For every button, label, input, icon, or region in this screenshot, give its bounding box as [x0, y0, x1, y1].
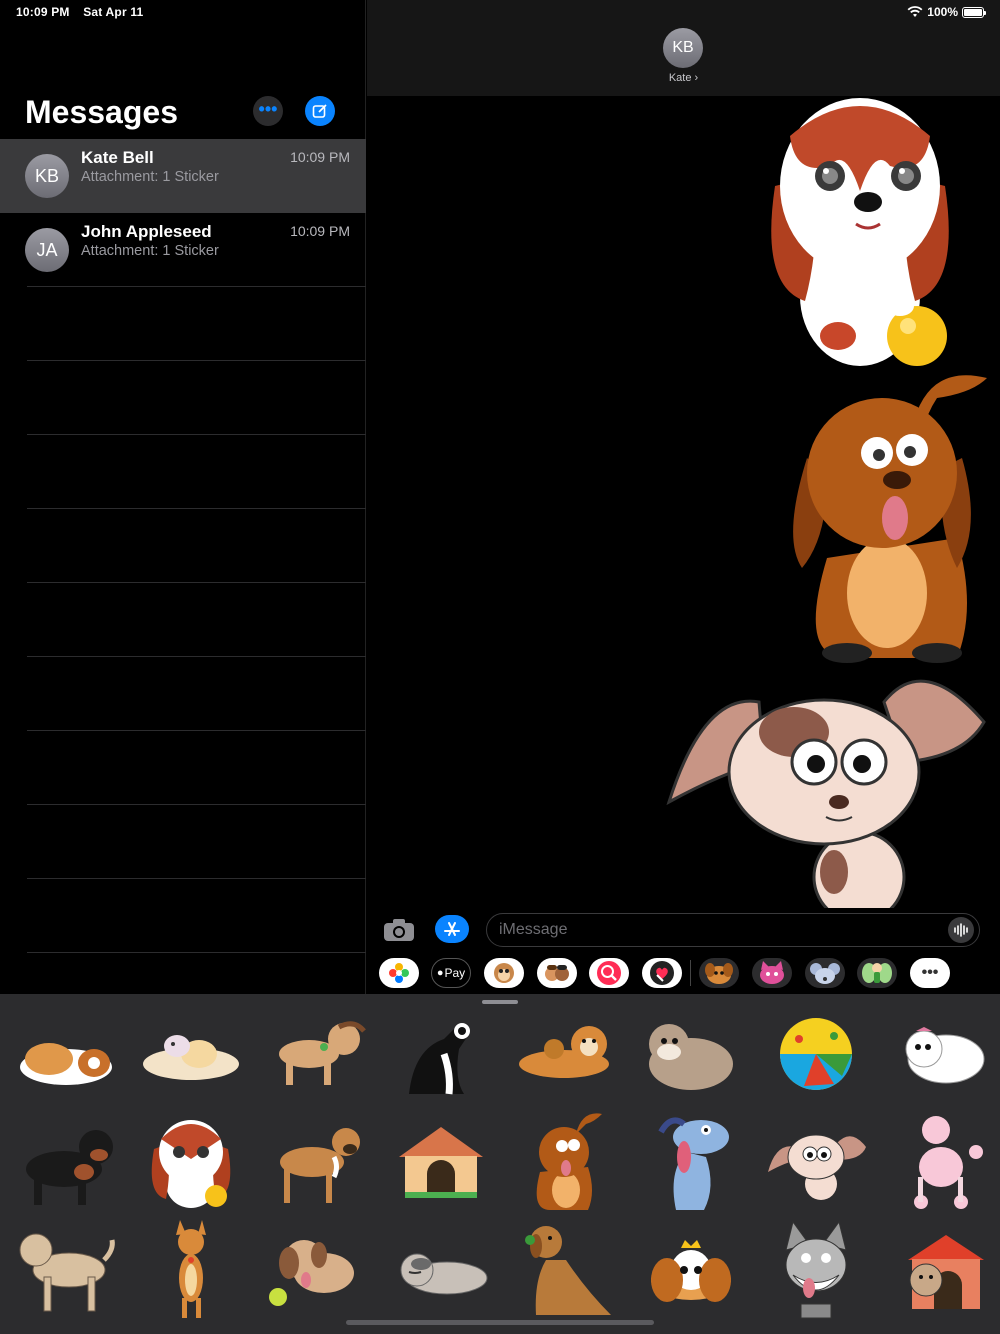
empty-row	[0, 657, 366, 731]
status-date: Sat Apr 11	[83, 5, 144, 19]
memoji-icon[interactable]	[537, 958, 577, 988]
sticker-cell-5[interactable]	[503, 1006, 628, 1101]
waveform-icon	[954, 923, 968, 937]
empty-row	[0, 805, 366, 879]
sticker-cell-2[interactable]	[128, 1006, 253, 1101]
empty-row	[0, 583, 366, 657]
sticker-cell-10[interactable]	[128, 1114, 253, 1209]
battery-icon	[962, 6, 986, 18]
status-time: 10:09 PM	[16, 5, 70, 19]
drawer-grabber[interactable]	[482, 1000, 518, 1004]
compose-button[interactable]	[305, 96, 335, 126]
sticker-cell-20[interactable]	[378, 1222, 503, 1317]
apple-pay-icon[interactable]: ● Pay	[431, 958, 471, 988]
audio-message-button[interactable]	[948, 917, 974, 943]
empty-row	[0, 879, 366, 953]
sticker-cell-4[interactable]	[378, 1006, 503, 1101]
conversation-row-kate-bell[interactable]: KB Kate Bell 10:09 PM Attachment: 1 Stic…	[0, 139, 366, 213]
conversation-time: 10:09 PM	[290, 149, 350, 165]
app-store-button[interactable]	[435, 915, 469, 943]
contact-avatar[interactable]: KB	[663, 28, 703, 68]
home-indicator[interactable]	[346, 1320, 654, 1325]
conversation-list: KB Kate Bell 10:09 PM Attachment: 1 Stic…	[0, 139, 366, 1027]
app-store-icon	[444, 922, 460, 936]
status-indicators: 100%	[907, 5, 986, 19]
sticker-cell-17[interactable]	[3, 1222, 128, 1317]
compose-bar: ●Pay •••	[367, 908, 1000, 994]
mouse-sticker-app-icon[interactable]	[805, 958, 845, 988]
conversation-preview: Attachment: 1 Sticker	[81, 243, 219, 259]
fairy-sticker-app-icon[interactable]	[857, 958, 897, 988]
apple-pay-label: Pay	[444, 966, 466, 980]
conversation-sidebar: Messages ••• KB Kate Bell 10:09 PM Attac…	[0, 0, 366, 1027]
cat-sticker-app-icon[interactable]	[752, 958, 792, 988]
dog-sticker-app-icon[interactable]	[699, 958, 739, 988]
conversation-name: John Appleseed	[81, 222, 212, 241]
wifi-icon	[907, 6, 923, 17]
status-bar: 10:09 PM Sat Apr 11 100%	[0, 0, 1000, 24]
sticker-cell-1[interactable]	[3, 1006, 128, 1101]
sticker-cell-6[interactable]	[628, 1006, 753, 1101]
camera-icon[interactable]	[383, 918, 415, 942]
sticker-cell-18[interactable]	[128, 1219, 253, 1318]
empty-row	[0, 509, 366, 583]
sticker-brown-dog[interactable]	[787, 368, 987, 663]
sticker-cell-14[interactable]	[628, 1114, 753, 1210]
sticker-cell-11[interactable]	[253, 1114, 378, 1209]
sidebar-header: Messages •••	[25, 90, 351, 134]
apple-logo-icon: ●	[436, 967, 444, 979]
more-options-button[interactable]: •••	[253, 96, 283, 126]
contact-name[interactable]: Kate ›	[367, 72, 1000, 84]
sticker-cell-8[interactable]	[878, 1006, 1000, 1101]
sticker-cell-15[interactable]	[753, 1114, 878, 1209]
more-apps-label: •••	[921, 964, 939, 981]
imessage-app-strip: ● Pay •••	[367, 956, 1000, 990]
avatar: JA	[25, 228, 69, 272]
message-input[interactable]	[486, 913, 980, 947]
compose-icon	[312, 104, 327, 118]
app-strip-divider	[690, 960, 691, 986]
search-web-icon[interactable]	[589, 958, 629, 988]
photos-icon[interactable]	[379, 958, 419, 988]
message-thread	[367, 96, 1000, 908]
empty-row	[0, 435, 366, 509]
avatar: KB	[25, 154, 69, 198]
sticker-cavalier-puppy[interactable]	[760, 96, 955, 368]
sticker-cell-7[interactable]	[753, 1006, 878, 1101]
animoji-icon[interactable]	[484, 958, 524, 988]
conversation-row-john-appleseed[interactable]: JA John Appleseed 10:09 PM Attachment: 1…	[0, 213, 366, 287]
sticker-cell-12[interactable]	[378, 1114, 503, 1209]
sticker-cell-19[interactable]	[253, 1222, 378, 1317]
status-time-date: 10:09 PM Sat Apr 11	[16, 5, 153, 19]
empty-row	[0, 361, 366, 435]
sticker-cell-9[interactable]	[3, 1114, 128, 1209]
empty-row	[0, 731, 366, 805]
sticker-drawer	[0, 994, 1000, 1334]
sticker-cell-16[interactable]	[878, 1114, 1000, 1209]
sticker-big-eared-puppy[interactable]	[664, 662, 986, 908]
sticker-cell-23[interactable]	[753, 1220, 878, 1318]
page-title: Messages	[25, 94, 178, 130]
sticker-cell-3[interactable]	[253, 1006, 378, 1101]
sticker-cell-22[interactable]	[628, 1222, 753, 1317]
battery-percent: 100%	[927, 5, 958, 19]
conversation-preview: Attachment: 1 Sticker	[81, 169, 219, 185]
digital-touch-icon[interactable]	[642, 958, 682, 988]
sticker-cell-24[interactable]	[878, 1222, 1000, 1317]
sticker-cell-21[interactable]	[503, 1222, 628, 1317]
conversation-time: 10:09 PM	[290, 223, 350, 239]
more-apps-icon[interactable]: •••	[910, 958, 950, 988]
empty-row	[0, 287, 366, 361]
sticker-cell-13[interactable]	[503, 1112, 628, 1210]
conversation-name: Kate Bell	[81, 148, 154, 167]
